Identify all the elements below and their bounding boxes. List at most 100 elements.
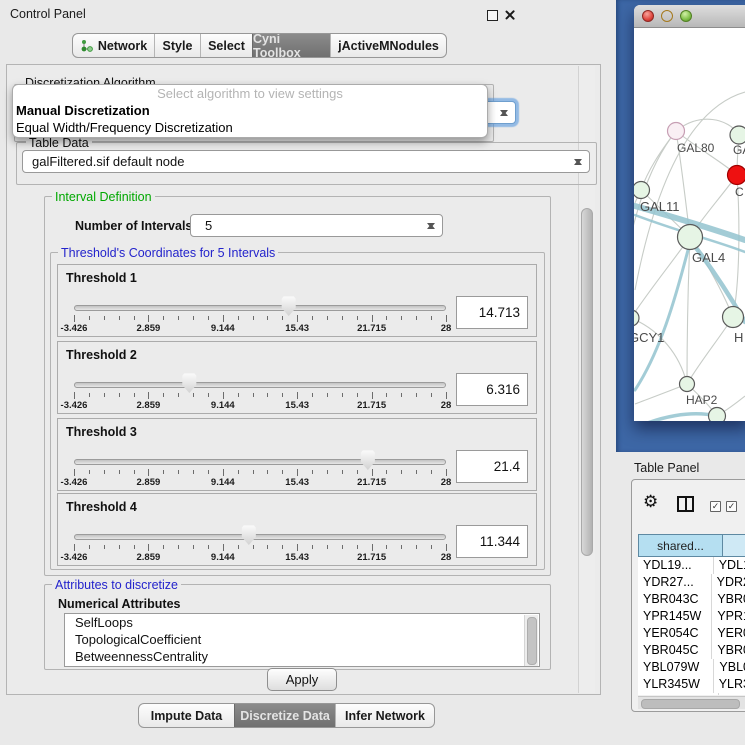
slider-track[interactable] <box>74 534 446 540</box>
network-node[interactable] <box>678 225 703 250</box>
attribute-list-item[interactable]: SelfLoops <box>65 614 539 631</box>
slider-tick-label: 28 <box>441 323 452 334</box>
attribute-list-item[interactable]: BetweennessCentrality <box>65 648 539 665</box>
dropdown-placeholder: Select algorithm to view settings <box>13 85 487 102</box>
table-horizontal-scrollbar[interactable] <box>638 696 745 709</box>
table-cell[interactable]: YBR045C <box>638 642 712 659</box>
table-row[interactable]: YER054CYER0 <box>638 625 745 642</box>
tab-impute-data[interactable]: Impute Data <box>139 704 234 727</box>
gear-icon[interactable]: ⚙ <box>643 493 658 510</box>
threshold-value-field[interactable]: 14.713 <box>456 296 528 329</box>
table-cell[interactable]: YBL0 <box>714 659 745 676</box>
slider-tick <box>104 545 105 549</box>
table-cell[interactable]: YPR145W <box>638 608 712 625</box>
table-cell[interactable]: YDR27... <box>638 574 712 591</box>
apply-button[interactable]: Apply <box>267 668 337 691</box>
scrollbar-thumb[interactable] <box>527 617 537 665</box>
table-row[interactable]: YBL079WYBL0 <box>638 659 745 676</box>
network-graph: GAL80GACGAL11GAL4GCY1HHAP2 <box>634 28 745 421</box>
network-node[interactable] <box>668 123 685 140</box>
tab-cyni-toolbox[interactable]: Cyni Toolbox <box>252 34 330 57</box>
slider-tick <box>119 545 120 549</box>
slider-tick <box>74 544 75 551</box>
table-row[interactable]: YLR345WYLR3 <box>638 676 745 693</box>
slider-tick <box>372 544 373 551</box>
tab-select[interactable]: Select <box>200 34 252 57</box>
slider-thumb[interactable] <box>181 373 197 393</box>
slider-track[interactable] <box>74 305 446 311</box>
network-node[interactable] <box>634 182 650 199</box>
table-cell[interactable]: YER0 <box>712 625 745 642</box>
slider-thumb[interactable] <box>241 525 257 545</box>
tab-infer-network[interactable]: Infer Network <box>335 704 434 727</box>
table-cell[interactable]: YPR1 <box>712 608 745 625</box>
tab-network[interactable]: Network <box>73 34 154 57</box>
dropdown-item[interactable]: Equal Width/Frequency Discretization <box>13 119 487 136</box>
attribute-list-item[interactable]: TopologicalCoefficient <box>65 631 539 648</box>
table-cell[interactable]: YBL079W <box>638 659 714 676</box>
table-cell[interactable]: YIL0 <box>719 693 745 695</box>
table-cell[interactable]: YER054C <box>638 625 712 642</box>
table-row[interactable]: YBR043CYBR0 <box>638 591 745 608</box>
tab-jactivemnodules[interactable]: jActiveMNodules <box>330 34 446 57</box>
close-panel-icon[interactable] <box>504 9 516 21</box>
tab-discretize-data[interactable]: Discretize Data <box>234 704 335 727</box>
network-node[interactable] <box>730 126 745 144</box>
slider-track[interactable] <box>74 459 446 465</box>
dropdown-item[interactable]: Manual Discretization <box>13 102 487 119</box>
network-node-label: HAP2 <box>686 393 718 407</box>
network-node[interactable] <box>723 307 744 328</box>
table-cell[interactable]: YDL19... <box>638 557 714 574</box>
minimize-traffic-light-icon[interactable] <box>661 10 673 22</box>
slider-tick <box>327 393 328 397</box>
table-cell[interactable]: YDL1 <box>714 557 745 574</box>
table-cell[interactable]: YBR043C <box>638 591 712 608</box>
slider-track[interactable] <box>74 382 446 388</box>
table-row[interactable]: YDR27...YDR2 <box>638 574 745 591</box>
scrollbar-thumb[interactable] <box>641 699 740 709</box>
tab-label: Cyni Toolbox <box>253 33 330 58</box>
table-cell[interactable]: YBR0 <box>712 642 745 659</box>
table-cell[interactable]: YBR0 <box>712 591 745 608</box>
network-node[interactable] <box>634 310 639 326</box>
slider-tick <box>223 315 224 322</box>
tab-style[interactable]: Style <box>154 34 200 57</box>
network-node[interactable] <box>680 377 695 392</box>
slider-tick <box>134 316 135 320</box>
slider-tick <box>401 470 402 474</box>
float-panel-icon[interactable] <box>487 10 498 21</box>
checkbox-icon[interactable]: ✓ <box>726 501 737 512</box>
table-cell[interactable]: YIL052C <box>638 693 719 695</box>
table-row[interactable]: YBR045CYBR0 <box>638 642 745 659</box>
slider-tick <box>178 545 179 549</box>
numerical-attributes-list[interactable]: SelfLoopsTopologicalCoefficientBetweenne… <box>64 613 540 667</box>
slider-thumb[interactable] <box>281 296 297 316</box>
column-layout-icon[interactable] <box>677 496 694 512</box>
network-canvas[interactable]: GAL80GACGAL11GAL4GCY1HHAP2 <box>634 28 745 421</box>
threshold-value-field[interactable]: 6.316 <box>456 373 528 406</box>
table-cell[interactable]: YDR2 <box>712 574 745 591</box>
table-cell[interactable]: YLR3 <box>714 676 745 693</box>
table-data-combobox[interactable]: galFiltered.sif default node <box>22 150 590 173</box>
table-row[interactable]: YIL052CYIL0 <box>638 693 745 695</box>
network-node[interactable] <box>709 408 726 422</box>
slider-thumb[interactable] <box>360 450 376 470</box>
number-of-intervals-combobox[interactable]: 5 <box>190 214 443 237</box>
table-row[interactable]: YDL19...YDL1 <box>638 557 745 574</box>
table-column-header[interactable]: na <box>723 534 745 557</box>
network-window-titlebar[interactable] <box>634 5 745 28</box>
attributes-list-scrollbar[interactable] <box>524 615 538 666</box>
scrollbar-thumb[interactable] <box>581 208 593 556</box>
slider-tick <box>238 393 239 397</box>
threshold-value-field[interactable]: 11.344 <box>456 525 528 558</box>
checkbox-icon[interactable]: ✓ <box>710 501 721 512</box>
threshold-value-field[interactable]: 21.4 <box>456 450 528 483</box>
table-row[interactable]: YPR145WYPR1 <box>638 608 745 625</box>
tab-label: jActiveMNodules <box>338 39 439 53</box>
network-node[interactable] <box>728 166 745 185</box>
table-cell[interactable]: YLR345W <box>638 676 714 693</box>
close-traffic-light-icon[interactable] <box>642 10 654 22</box>
slider-tick <box>134 545 135 549</box>
table-column-header[interactable]: shared... <box>638 534 723 557</box>
zoom-traffic-light-icon[interactable] <box>680 10 692 22</box>
